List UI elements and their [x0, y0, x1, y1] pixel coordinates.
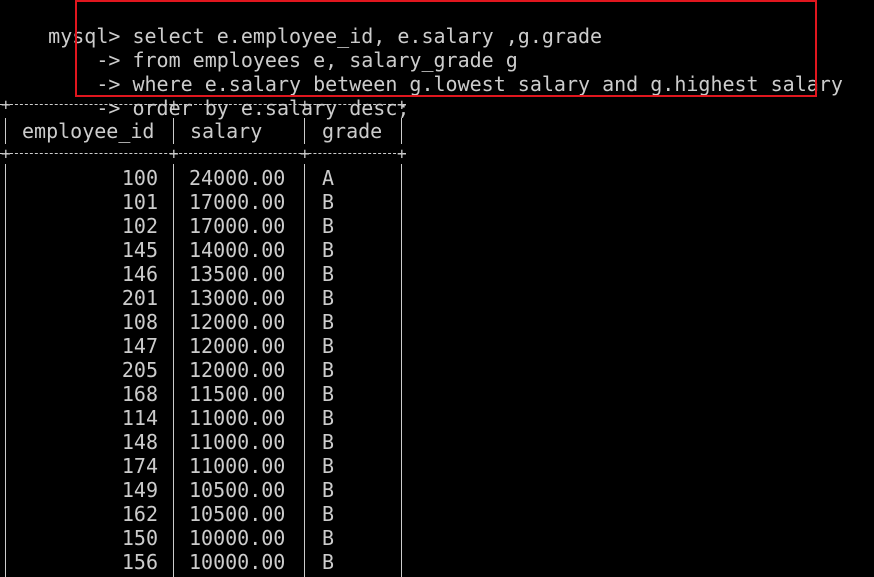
cell-employee-id: 162 [121, 502, 158, 526]
table-border-top [0, 104, 406, 105]
cell-employee-id: 100 [121, 166, 158, 190]
cell-salary: 13000.00 [189, 286, 286, 310]
column-divider [401, 164, 402, 577]
border-corner: + [300, 144, 310, 163]
cell-salary: 10500.00 [189, 502, 286, 526]
cell-grade: B [322, 358, 335, 382]
cell-employee-id: 145 [121, 238, 158, 262]
column-divider [5, 118, 6, 144]
terminal-window[interactable]: mysql> select e.employee_id, e.salary ,g… [0, 0, 874, 577]
cell-employee-id: 150 [121, 526, 158, 550]
column-divider [304, 164, 305, 577]
cell-salary: 14000.00 [189, 238, 286, 262]
column-divider [173, 118, 174, 144]
cell-grade: A [322, 166, 335, 190]
cell-employee-id: 102 [121, 214, 158, 238]
cell-employee-id: 114 [121, 406, 158, 430]
cell-salary: 11000.00 [189, 454, 286, 478]
continuation-prompt: -> [48, 96, 121, 120]
column-header-grade: grade [322, 119, 383, 143]
cell-grade: B [322, 382, 335, 406]
cell-employee-id: 168 [121, 382, 158, 406]
column-divider [401, 118, 402, 144]
cell-grade: B [322, 550, 335, 574]
cell-salary: 10500.00 [189, 478, 286, 502]
cell-grade: B [322, 430, 335, 454]
cell-salary: 10000.00 [189, 526, 286, 550]
query-line-3: -> where e.salary between g.lowest_salar… [0, 48, 843, 96]
column-divider [304, 118, 305, 144]
table-header-separator [0, 153, 406, 154]
cell-grade: B [322, 478, 335, 502]
cell-grade: B [322, 262, 335, 286]
border-corner: + [1, 144, 11, 163]
cell-grade: B [322, 238, 335, 262]
cell-employee-id: 201 [121, 286, 158, 310]
cell-salary: 11000.00 [189, 430, 286, 454]
query-line-4: -> order by e.salary desc; [0, 72, 409, 120]
border-corner: + [397, 95, 407, 114]
cell-grade: B [322, 502, 335, 526]
cell-salary: 12000.00 [189, 310, 286, 334]
cell-salary: 12000.00 [189, 334, 286, 358]
query-line-1: mysql> select e.employee_id, e.salary ,g… [0, 0, 602, 48]
cell-employee-id: 205 [121, 358, 158, 382]
border-corner: + [169, 95, 179, 114]
cell-salary: 13500.00 [189, 262, 286, 286]
cell-grade: B [322, 406, 335, 430]
border-corner: + [1, 95, 11, 114]
cell-employee-id: 101 [121, 190, 158, 214]
column-divider [5, 164, 6, 577]
border-corner: + [300, 95, 310, 114]
column-header-employee-id: employee_id [22, 119, 155, 143]
cell-salary: 10000.00 [189, 550, 286, 574]
cell-grade: B [322, 190, 335, 214]
cell-salary: 11000.00 [189, 406, 286, 430]
cell-employee-id: 147 [121, 334, 158, 358]
cell-salary: 11500.00 [189, 382, 286, 406]
cell-employee-id: 108 [121, 310, 158, 334]
cell-salary: 17000.00 [189, 214, 286, 238]
cell-employee-id: 174 [121, 454, 158, 478]
column-header-salary: salary [190, 119, 263, 143]
cell-grade: B [322, 334, 335, 358]
column-divider [173, 164, 174, 577]
query-line-2: -> from employees e, salary_grade g [0, 24, 517, 72]
cell-employee-id: 146 [121, 262, 158, 286]
cell-employee-id: 148 [121, 430, 158, 454]
cell-grade: B [322, 454, 335, 478]
cell-grade: B [322, 286, 335, 310]
cell-salary: 17000.00 [189, 190, 286, 214]
cell-salary: 24000.00 [189, 166, 286, 190]
cell-grade: B [322, 310, 335, 334]
cell-employee-id: 149 [121, 478, 158, 502]
cell-grade: B [322, 526, 335, 550]
cell-employee-id: 156 [121, 550, 158, 574]
cell-salary: 12000.00 [189, 358, 286, 382]
border-corner: + [169, 144, 179, 163]
cell-grade: B [322, 214, 335, 238]
border-corner: + [397, 144, 407, 163]
